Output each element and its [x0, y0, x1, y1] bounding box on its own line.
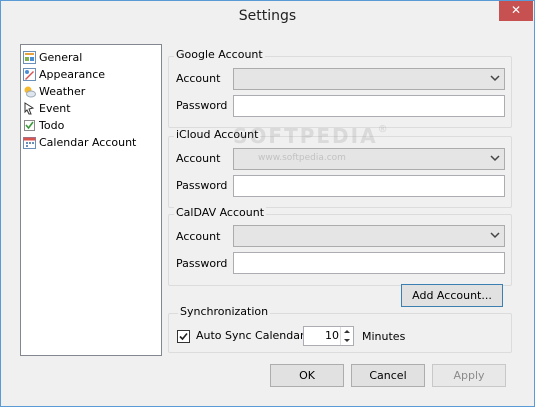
- weather-icon: [23, 85, 36, 98]
- softpedia-watermark-url: www.softpedia.com: [258, 153, 346, 163]
- general-icon: [23, 50, 36, 64]
- google-password-field[interactable]: [233, 95, 505, 117]
- nav-item-appearance[interactable]: Appearance: [23, 66, 105, 83]
- spin-up-icon[interactable]: [341, 327, 353, 336]
- google-account-group: [168, 56, 512, 128]
- nav-item-label: Weather: [39, 85, 86, 98]
- stepper-buttons: [340, 327, 353, 345]
- icloud-account-label: Account: [176, 152, 221, 165]
- add-account-button[interactable]: Add Account...: [401, 284, 503, 307]
- nav-item-event[interactable]: Event: [23, 100, 71, 117]
- settings-window: Settings ✕ General Appearance Weather Ev…: [0, 0, 535, 407]
- event-icon: [23, 101, 36, 115]
- nav-item-weather[interactable]: Weather: [23, 83, 85, 100]
- settings-client-area: General Appearance Weather Event Todo Ca…: [8, 32, 528, 399]
- caldav-password-field[interactable]: [233, 252, 505, 274]
- sync-interval-unit: Minutes: [362, 330, 406, 343]
- caldav-account-dropdown[interactable]: [233, 225, 505, 247]
- todo-icon: [23, 119, 36, 132]
- spin-down-icon[interactable]: [341, 336, 353, 345]
- appearance-icon: [23, 67, 36, 81]
- chevron-down-icon: [490, 155, 500, 162]
- window-title: Settings: [238, 8, 297, 24]
- nav-item-label: Calendar Account: [39, 136, 137, 149]
- sync-interval-stepper[interactable]: 10: [303, 326, 354, 346]
- caldav-password-label: Password: [176, 257, 228, 270]
- ok-button[interactable]: OK: [270, 364, 344, 387]
- cancel-button[interactable]: Cancel: [351, 364, 425, 387]
- google-account-dropdown[interactable]: [233, 68, 505, 90]
- chevron-down-icon: [490, 75, 500, 82]
- nav-item-todo[interactable]: Todo: [23, 117, 64, 134]
- close-button[interactable]: ✕: [499, 1, 533, 21]
- nav-item-label: Appearance: [39, 68, 106, 81]
- google-account-title: Google Account: [174, 48, 265, 61]
- nav-item-label: General: [39, 51, 83, 64]
- google-account-label: Account: [176, 72, 221, 85]
- sync-interval-value: 10: [325, 329, 339, 342]
- icloud-password-label: Password: [176, 179, 228, 192]
- checkmark-icon: [179, 332, 188, 341]
- chevron-down-icon: [490, 232, 500, 239]
- auto-sync-checkbox[interactable]: [177, 330, 190, 343]
- close-icon: ✕: [510, 3, 522, 17]
- nav-item-calendar-account[interactable]: Calendar Account: [23, 134, 136, 151]
- synchronization-title: Synchronization: [178, 305, 271, 318]
- icloud-password-field[interactable]: [233, 175, 505, 197]
- caldav-account-title: CalDAV Account: [174, 206, 267, 219]
- nav-item-general[interactable]: General: [23, 49, 82, 66]
- nav-item-label: Todo: [39, 119, 65, 132]
- settings-category-list[interactable]: General Appearance Weather Event Todo Ca…: [20, 44, 162, 356]
- auto-sync-label: Auto Sync Calendar: [196, 329, 305, 342]
- softpedia-watermark: SOFTPEDIA®: [233, 124, 390, 148]
- caldav-account-label: Account: [176, 230, 221, 243]
- calendar-account-icon: [23, 136, 36, 149]
- nav-item-label: Event: [39, 102, 71, 115]
- google-password-label: Password: [176, 99, 228, 112]
- apply-button[interactable]: Apply: [432, 364, 506, 387]
- title-bar: Settings ✕: [1, 1, 534, 32]
